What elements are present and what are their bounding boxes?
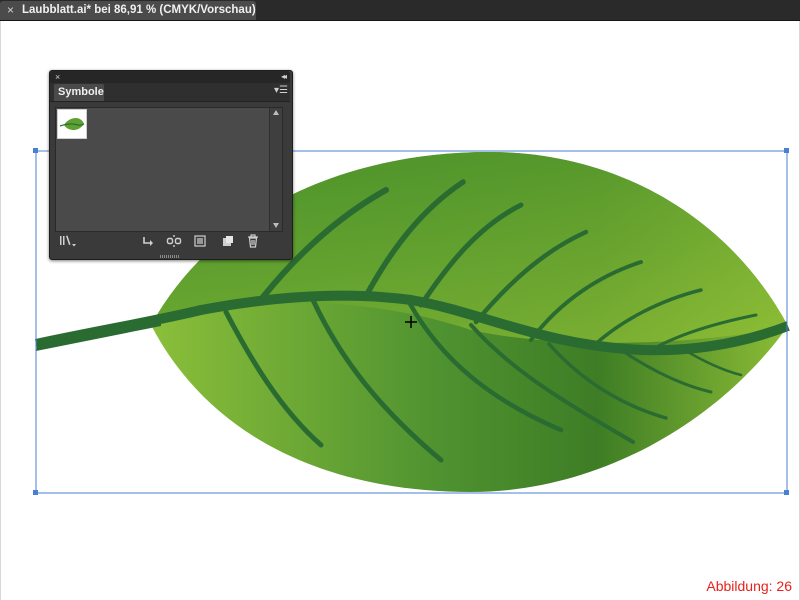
break-link-icon[interactable]: [166, 234, 182, 248]
scroll-up-icon[interactable]: [273, 110, 279, 115]
symbols-panel: × ◂◂ Symbole ▾☰: [49, 70, 293, 260]
new-symbol-icon[interactable]: [219, 234, 235, 248]
symbol-options-icon[interactable]: [192, 234, 208, 248]
panel-toolbar: [50, 233, 290, 251]
place-symbol-instance-icon[interactable]: [140, 234, 156, 248]
panel-resize-grip[interactable]: [160, 255, 180, 258]
panel-menu-icon[interactable]: ▾☰: [274, 85, 288, 96]
symbol-libraries-menu-icon[interactable]: [58, 234, 78, 248]
figure-caption: Abbildung: 26: [706, 578, 792, 594]
panel-tab-bar: Symbole: [50, 83, 290, 102]
document-tab-bar: × Laubblatt.ai* bei 86,91 % (CMYK/Vorsch…: [0, 0, 800, 21]
close-document-icon[interactable]: ×: [7, 3, 14, 17]
panel-collapse-icon[interactable]: ◂◂: [281, 71, 287, 83]
leaf-symbol-thumbnail[interactable]: [57, 109, 87, 139]
leaf-midrib-taper: [36, 318, 161, 351]
panel-close-icon[interactable]: ×: [55, 71, 60, 83]
delete-symbol-icon[interactable]: [245, 234, 261, 248]
scroll-down-icon[interactable]: [273, 223, 279, 228]
document-tab[interactable]: × Laubblatt.ai* bei 86,91 % (CMYK/Vorsch…: [0, 1, 256, 20]
tab-symbole[interactable]: Symbole: [54, 84, 104, 101]
leaf-icon: [59, 118, 85, 130]
symbols-grid: [55, 107, 283, 232]
document-title: Laubblatt.ai* bei 86,91 % (CMYK/Vorschau…: [22, 4, 256, 16]
panel-header[interactable]: × ◂◂: [50, 71, 290, 83]
symbols-scrollbar[interactable]: [269, 108, 282, 231]
